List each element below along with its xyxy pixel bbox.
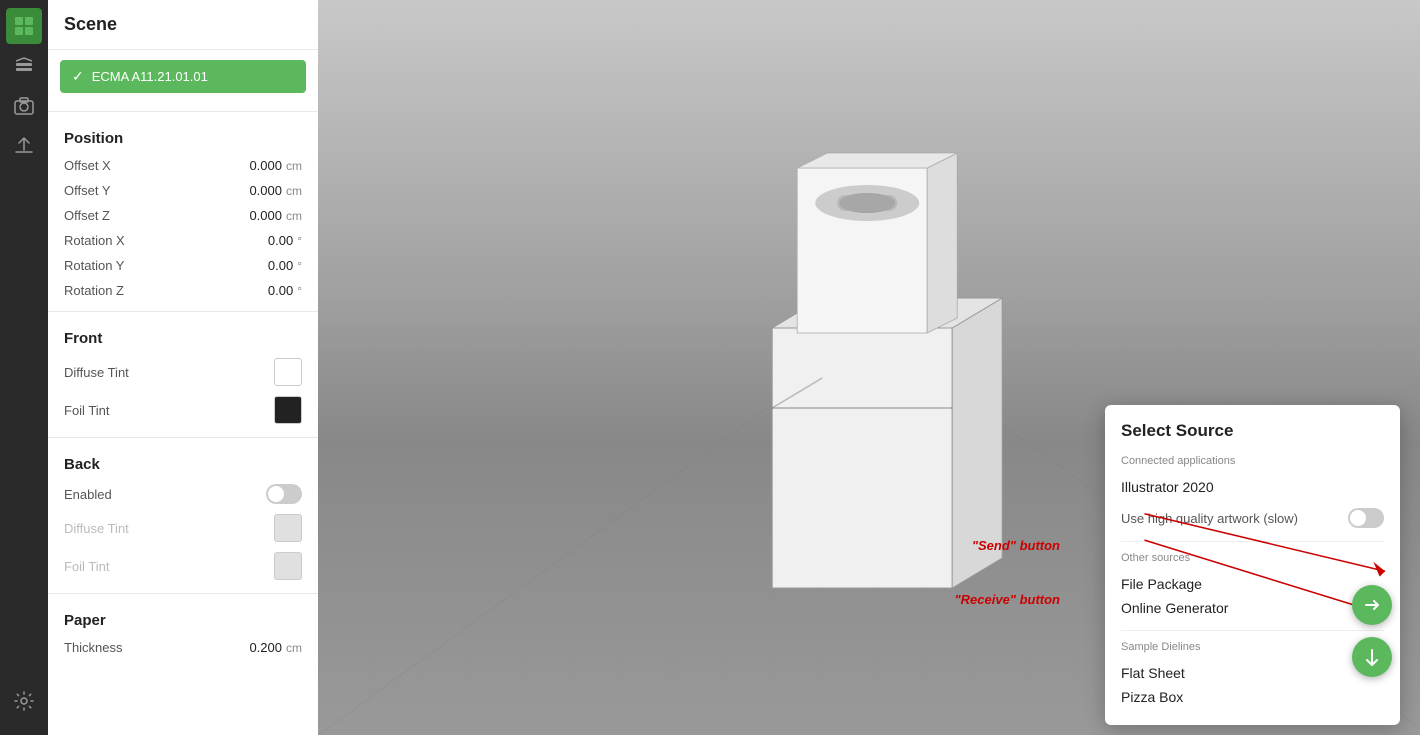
divider-1 <box>48 111 318 112</box>
rotation-z-label: Rotation Z <box>64 283 268 298</box>
rotation-x-label: Rotation X <box>64 233 268 248</box>
back-foil-swatch <box>274 552 302 580</box>
gear-icon[interactable] <box>6 683 42 719</box>
front-foil-swatch[interactable] <box>274 396 302 424</box>
divider-3 <box>48 437 318 438</box>
back-foil-row: Foil Tint <box>48 547 318 585</box>
pizza-box-item[interactable]: Pizza Box <box>1121 685 1384 709</box>
sample-dielines-label: Sample Dielines <box>1121 641 1384 653</box>
paper-section-title: Paper <box>48 602 318 635</box>
offset-z-row: Offset Z 0.000 cm <box>48 203 318 228</box>
offset-y-label: Offset Y <box>64 183 249 198</box>
select-source-title: Select Source <box>1121 421 1384 441</box>
high-quality-row: Use high quality artwork (slow) <box>1121 505 1384 531</box>
icon-bar <box>0 0 48 735</box>
thickness-row: Thickness 0.200 cm <box>48 635 318 660</box>
back-enabled-toggle[interactable] <box>266 484 302 504</box>
back-enabled-label: Enabled <box>64 487 266 502</box>
rotation-x-unit: ° <box>297 234 302 248</box>
offset-z-label: Offset Z <box>64 208 249 223</box>
front-section-title: Front <box>48 320 318 353</box>
flat-sheet-item[interactable]: Flat Sheet <box>1121 661 1384 685</box>
file-package-item[interactable]: File Package <box>1121 572 1384 596</box>
offset-x-unit: cm <box>286 159 302 173</box>
rotation-z-row: Rotation Z 0.00 ° <box>48 278 318 303</box>
divider-4 <box>48 593 318 594</box>
source-divider-1 <box>1121 541 1384 542</box>
thickness-value: 0.200 <box>249 640 282 655</box>
source-divider-2 <box>1121 630 1384 631</box>
rotation-y-value: 0.00 <box>268 258 293 273</box>
camera-icon[interactable] <box>6 88 42 124</box>
back-diffuse-swatch <box>274 514 302 542</box>
other-sources-label: Other sources <box>1121 552 1384 564</box>
front-foil-row: Foil Tint <box>48 391 318 429</box>
send-button[interactable] <box>1352 585 1392 625</box>
back-enabled-row: Enabled <box>48 479 318 509</box>
online-generator-item[interactable]: Online Generator <box>1121 596 1384 620</box>
package-3d <box>692 108 1032 608</box>
rotation-x-row: Rotation X 0.00 ° <box>48 228 318 253</box>
scene-item[interactable]: ✓ ECMA A11.21.01.01 <box>60 60 306 93</box>
thickness-label: Thickness <box>64 640 249 655</box>
thickness-unit: cm <box>286 641 302 655</box>
high-quality-toggle[interactable] <box>1348 508 1384 528</box>
offset-y-unit: cm <box>286 184 302 198</box>
check-icon: ✓ <box>72 68 84 85</box>
back-foil-label: Foil Tint <box>64 559 274 574</box>
front-diffuse-label: Diffuse Tint <box>64 365 274 380</box>
viewport[interactable]: Select Source Connected applications Ill… <box>318 0 1420 735</box>
scene-item-label: ECMA A11.21.01.01 <box>92 69 208 84</box>
offset-x-row: Offset X 0.000 cm <box>48 153 318 178</box>
offset-z-value: 0.000 <box>249 208 282 223</box>
layers-icon[interactable] <box>6 48 42 84</box>
back-diffuse-label: Diffuse Tint <box>64 521 274 536</box>
send-annotation: "Send" button <box>972 538 1060 553</box>
select-source-panel: Select Source Connected applications Ill… <box>1105 405 1400 725</box>
back-section-title: Back <box>48 446 318 479</box>
front-diffuse-row: Diffuse Tint <box>48 353 318 391</box>
offset-y-row: Offset Y 0.000 cm <box>48 178 318 203</box>
offset-x-label: Offset X <box>64 158 249 173</box>
front-diffuse-swatch[interactable] <box>274 358 302 386</box>
offset-z-unit: cm <box>286 209 302 223</box>
rotation-z-value: 0.00 <box>268 283 293 298</box>
page-title: Scene <box>48 0 318 50</box>
upload-icon[interactable] <box>6 128 42 164</box>
rotation-y-unit: ° <box>297 259 302 273</box>
position-section-title: Position <box>48 120 318 153</box>
connected-apps-label: Connected applications <box>1121 455 1384 467</box>
back-diffuse-row: Diffuse Tint <box>48 509 318 547</box>
offset-y-value: 0.000 <box>249 183 282 198</box>
rotation-z-unit: ° <box>297 284 302 298</box>
divider-2 <box>48 311 318 312</box>
rotation-x-value: 0.00 <box>268 233 293 248</box>
rotation-y-row: Rotation Y 0.00 ° <box>48 253 318 278</box>
receive-button[interactable] <box>1352 637 1392 677</box>
receive-annotation: "Receive" button <box>954 592 1060 607</box>
rotation-y-label: Rotation Y <box>64 258 268 273</box>
illustrator-item[interactable]: Illustrator 2020 <box>1121 475 1384 499</box>
offset-x-value: 0.000 <box>249 158 282 173</box>
grid-icon[interactable] <box>6 8 42 44</box>
front-foil-label: Foil Tint <box>64 403 274 418</box>
high-quality-label: Use high quality artwork (slow) <box>1121 511 1298 526</box>
side-panel: Scene ✓ ECMA A11.21.01.01 Position Offse… <box>48 0 318 735</box>
